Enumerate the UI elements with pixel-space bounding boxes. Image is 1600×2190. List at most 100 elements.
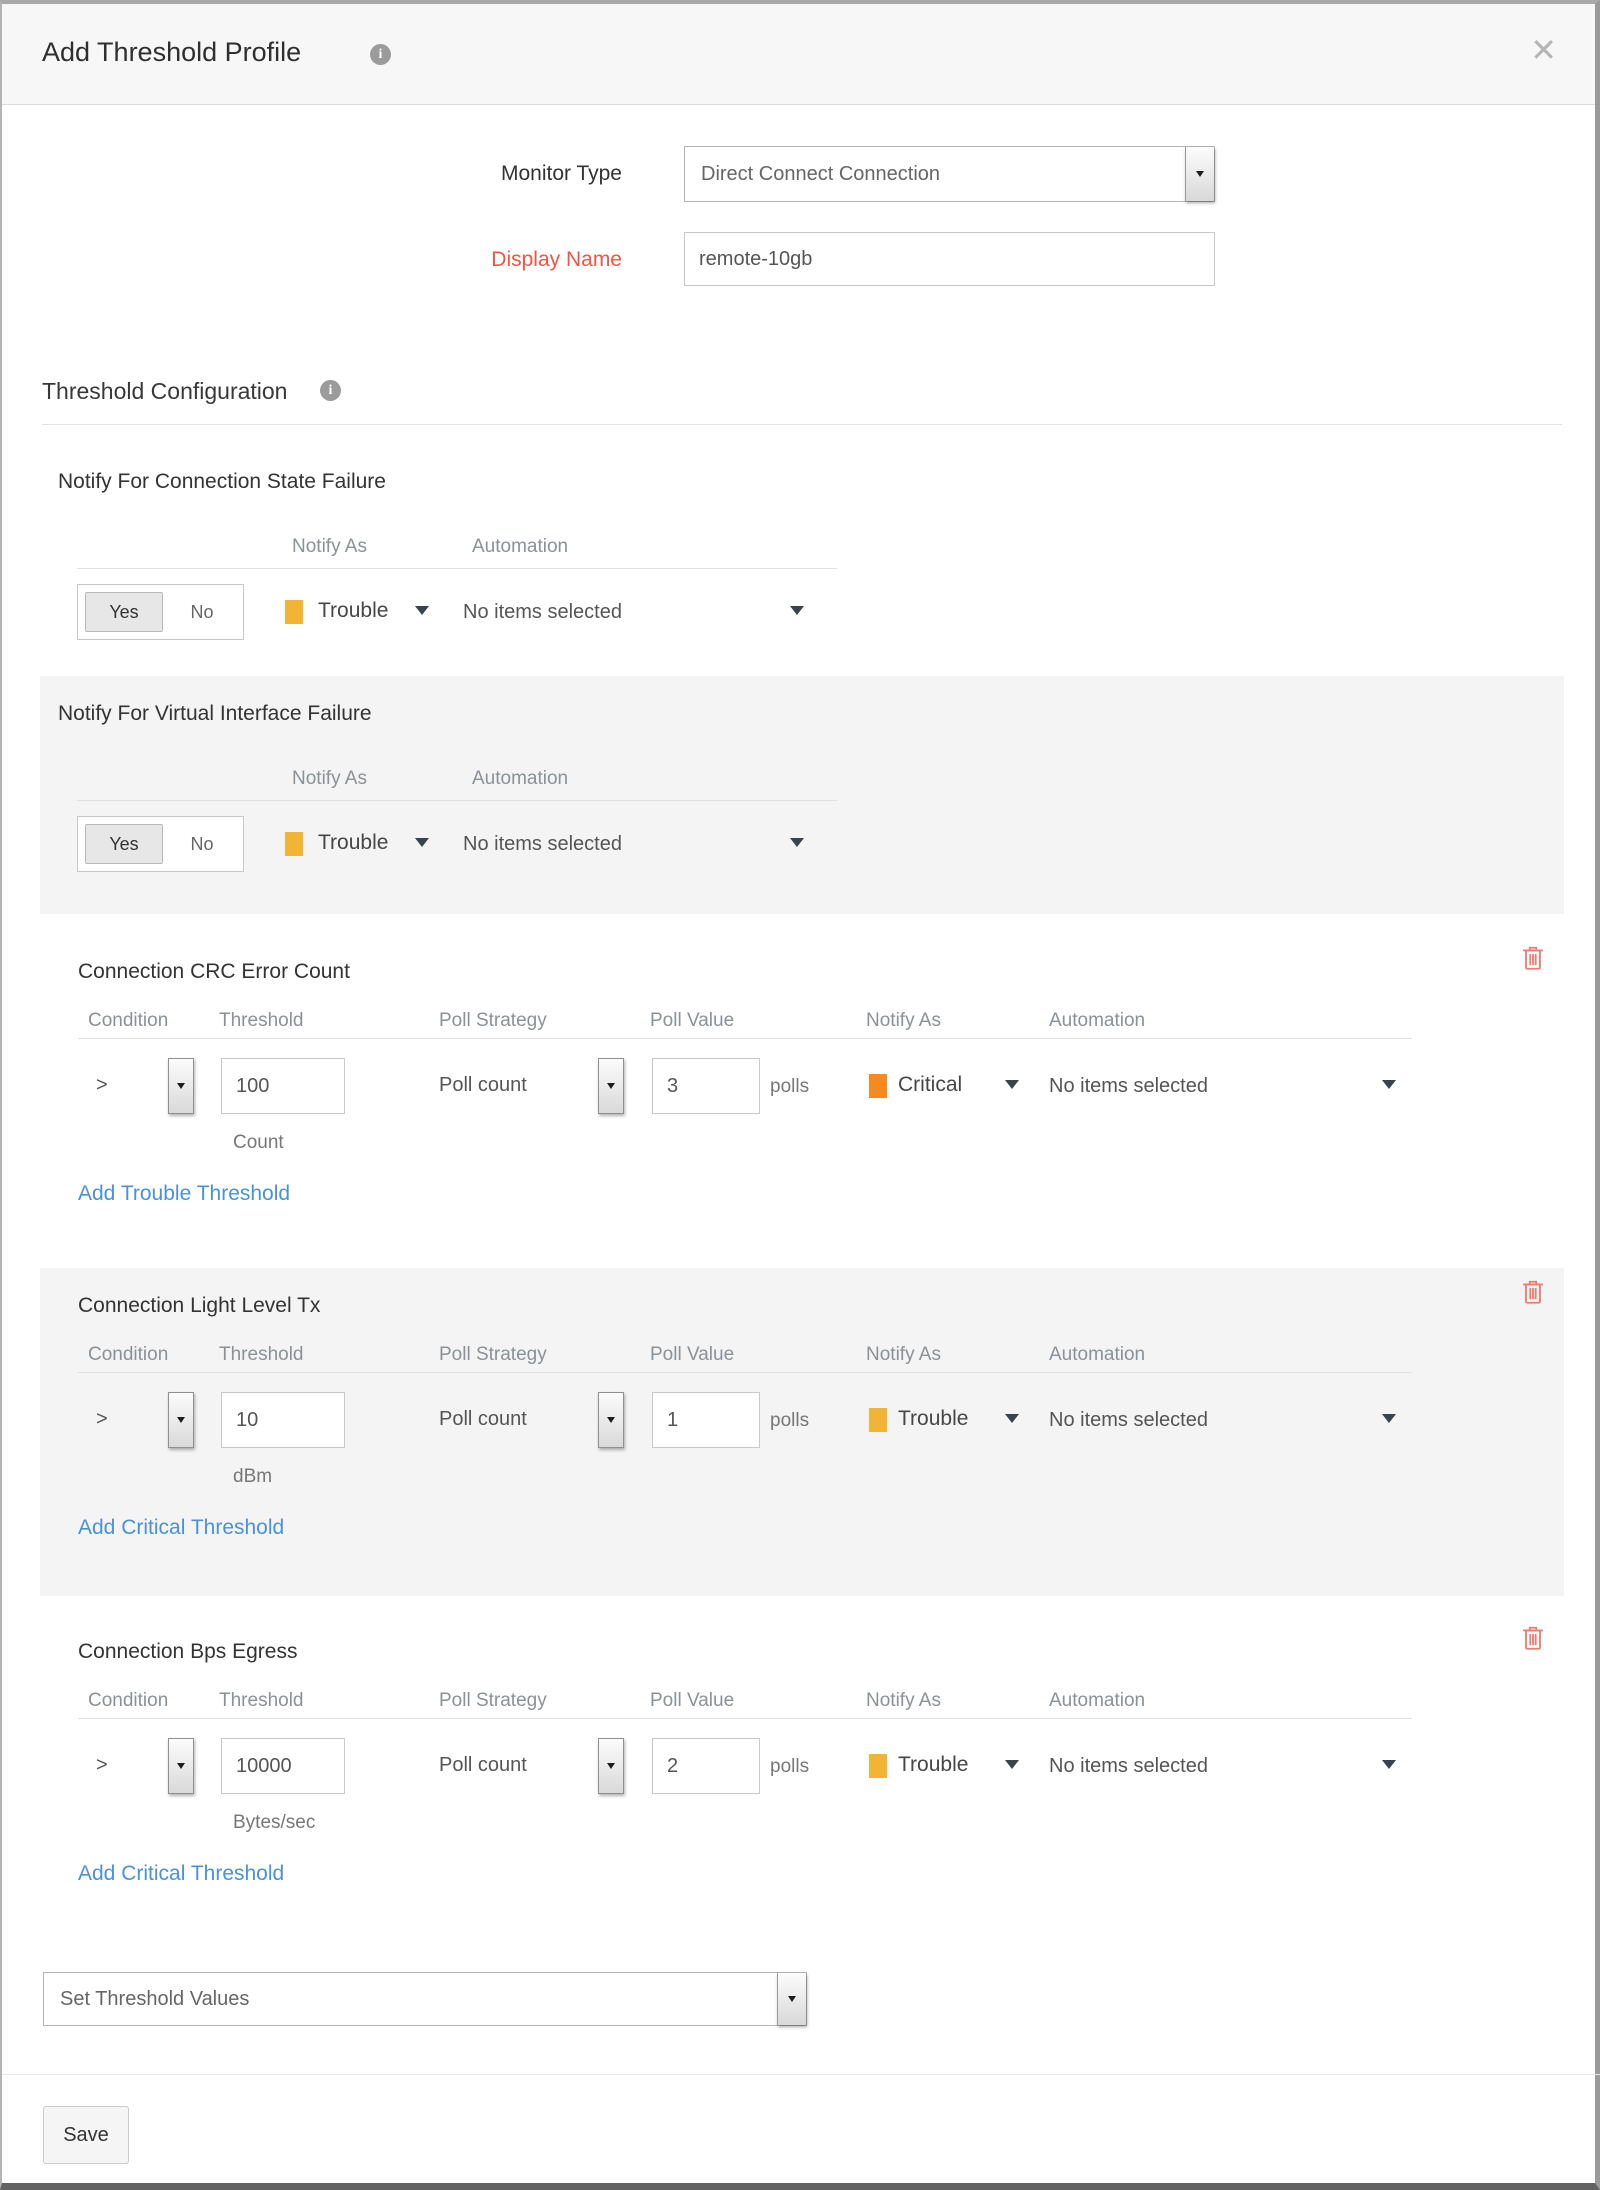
- yes-no-toggle[interactable]: Yes No: [77, 584, 244, 640]
- threshold-input[interactable]: [221, 1392, 345, 1448]
- chevron-down-icon: [777, 1973, 806, 2025]
- threshold-header: Threshold: [219, 1344, 304, 1366]
- threshold-configuration-title: Threshold Configuration: [42, 378, 287, 405]
- condition-header: Condition: [88, 1690, 168, 1712]
- chevron-down-icon[interactable]: [790, 606, 804, 615]
- automation-header: Automation: [472, 768, 568, 790]
- modal-header: Add Threshold Profile i ✕: [2, 4, 1595, 105]
- add-trouble-threshold-link[interactable]: Add Trouble Threshold: [78, 1182, 290, 1206]
- severity-color-swatch: [285, 832, 303, 856]
- automation-header: Automation: [1049, 1010, 1145, 1032]
- poll-strategy-value: Poll count: [439, 1408, 527, 1431]
- metric-section-crc-error-count: Connection CRC Error Count Condition Thr…: [2, 934, 1600, 1224]
- severity-select[interactable]: Trouble: [318, 831, 388, 855]
- set-threshold-values-select[interactable]: Set Threshold Values: [43, 1972, 807, 2026]
- poll-strategy-select-button[interactable]: [598, 1392, 624, 1448]
- severity-color-swatch: [869, 1754, 887, 1778]
- poll-value-header: Poll Value: [650, 1344, 734, 1366]
- threshold-header: Threshold: [219, 1690, 304, 1712]
- poll-strategy-header: Poll Strategy: [439, 1010, 547, 1032]
- info-icon[interactable]: i: [320, 380, 341, 401]
- automation-select[interactable]: No items selected: [1049, 1409, 1208, 1432]
- yes-no-toggle[interactable]: Yes No: [77, 816, 244, 872]
- toggle-no-option[interactable]: No: [168, 592, 236, 632]
- divider: [2, 2074, 1600, 2075]
- chevron-down-icon[interactable]: [1005, 1080, 1019, 1089]
- automation-select[interactable]: No items selected: [463, 833, 622, 856]
- automation-header: Automation: [472, 536, 568, 558]
- chevron-down-icon[interactable]: [790, 838, 804, 847]
- threshold-unit: Bytes/sec: [233, 1812, 315, 1834]
- condition-value: >: [96, 1408, 108, 1431]
- condition-value: >: [96, 1074, 108, 1097]
- severity-select[interactable]: Trouble: [318, 599, 388, 623]
- severity-select[interactable]: Trouble: [898, 1753, 968, 1777]
- condition-header: Condition: [88, 1344, 168, 1366]
- poll-strategy-value: Poll count: [439, 1074, 527, 1097]
- poll-strategy-header: Poll Strategy: [439, 1690, 547, 1712]
- add-critical-threshold-link[interactable]: Add Critical Threshold: [78, 1862, 284, 1886]
- toggle-yes-option[interactable]: Yes: [85, 592, 163, 632]
- automation-select[interactable]: No items selected: [1049, 1075, 1208, 1098]
- condition-select-button[interactable]: [168, 1392, 194, 1448]
- automation-select[interactable]: No items selected: [1049, 1755, 1208, 1778]
- chevron-down-icon[interactable]: [1382, 1414, 1396, 1423]
- condition-select-button[interactable]: [168, 1058, 194, 1114]
- notify-connection-state-section: Notify For Connection State Failure Noti…: [2, 444, 1600, 676]
- monitor-type-value: Direct Connect Connection: [701, 147, 940, 201]
- poll-strategy-select-button[interactable]: [598, 1058, 624, 1114]
- info-icon[interactable]: i: [370, 44, 391, 65]
- monitor-type-select[interactable]: Direct Connect Connection: [684, 146, 1215, 202]
- notify-as-header: Notify As: [292, 768, 367, 790]
- monitor-type-label: Monitor Type: [322, 162, 622, 186]
- delete-icon[interactable]: [1520, 1624, 1546, 1652]
- chevron-down-icon[interactable]: [1382, 1760, 1396, 1769]
- section-title: Connection Light Level Tx: [78, 1294, 320, 1318]
- poll-strategy-value: Poll count: [439, 1754, 527, 1777]
- divider: [77, 800, 837, 801]
- section-title: Notify For Connection State Failure: [58, 470, 386, 494]
- close-icon[interactable]: ✕: [1530, 34, 1557, 66]
- poll-value-input[interactable]: [652, 1738, 760, 1794]
- chevron-down-icon[interactable]: [1005, 1414, 1019, 1423]
- chevron-down-icon[interactable]: [415, 606, 429, 615]
- poll-value-input[interactable]: [652, 1058, 760, 1114]
- poll-strategy-header: Poll Strategy: [439, 1344, 547, 1366]
- notify-as-header: Notify As: [292, 536, 367, 558]
- severity-select[interactable]: Critical: [898, 1073, 962, 1097]
- automation-select[interactable]: No items selected: [463, 601, 622, 624]
- severity-select[interactable]: Trouble: [898, 1407, 968, 1431]
- condition-select-button[interactable]: [168, 1738, 194, 1794]
- divider: [77, 568, 837, 569]
- display-name-input[interactable]: [684, 232, 1215, 286]
- add-critical-threshold-link[interactable]: Add Critical Threshold: [78, 1516, 284, 1540]
- section-title: Notify For Virtual Interface Failure: [58, 702, 372, 726]
- save-button[interactable]: Save: [43, 2106, 129, 2164]
- poll-value-input[interactable]: [652, 1392, 760, 1448]
- threshold-unit: Count: [233, 1132, 284, 1154]
- chevron-down-icon[interactable]: [1382, 1080, 1396, 1089]
- poll-value-unit: polls: [770, 1756, 809, 1778]
- chevron-down-icon[interactable]: [415, 838, 429, 847]
- section-title: Connection CRC Error Count: [78, 960, 350, 984]
- threshold-input[interactable]: [221, 1738, 345, 1794]
- condition-header: Condition: [88, 1010, 168, 1032]
- poll-strategy-select-button[interactable]: [598, 1738, 624, 1794]
- chevron-down-icon[interactable]: [1005, 1760, 1019, 1769]
- condition-value: >: [96, 1754, 108, 1777]
- page-title: Add Threshold Profile: [42, 37, 301, 68]
- notify-virtual-interface-section: Notify For Virtual Interface Failure Not…: [2, 676, 1600, 914]
- severity-color-swatch: [869, 1408, 887, 1432]
- delete-icon[interactable]: [1520, 944, 1546, 972]
- chevron-down-icon: [1185, 147, 1214, 201]
- toggle-no-option[interactable]: No: [168, 824, 236, 864]
- threshold-unit: dBm: [233, 1466, 272, 1488]
- toggle-yes-option[interactable]: Yes: [85, 824, 163, 864]
- divider: [78, 1372, 1412, 1373]
- delete-icon[interactable]: [1520, 1278, 1546, 1306]
- divider: [78, 1038, 1412, 1039]
- display-name-label: Display Name: [322, 248, 622, 272]
- threshold-input[interactable]: [221, 1058, 345, 1114]
- divider: [42, 424, 1562, 425]
- poll-value-header: Poll Value: [650, 1690, 734, 1712]
